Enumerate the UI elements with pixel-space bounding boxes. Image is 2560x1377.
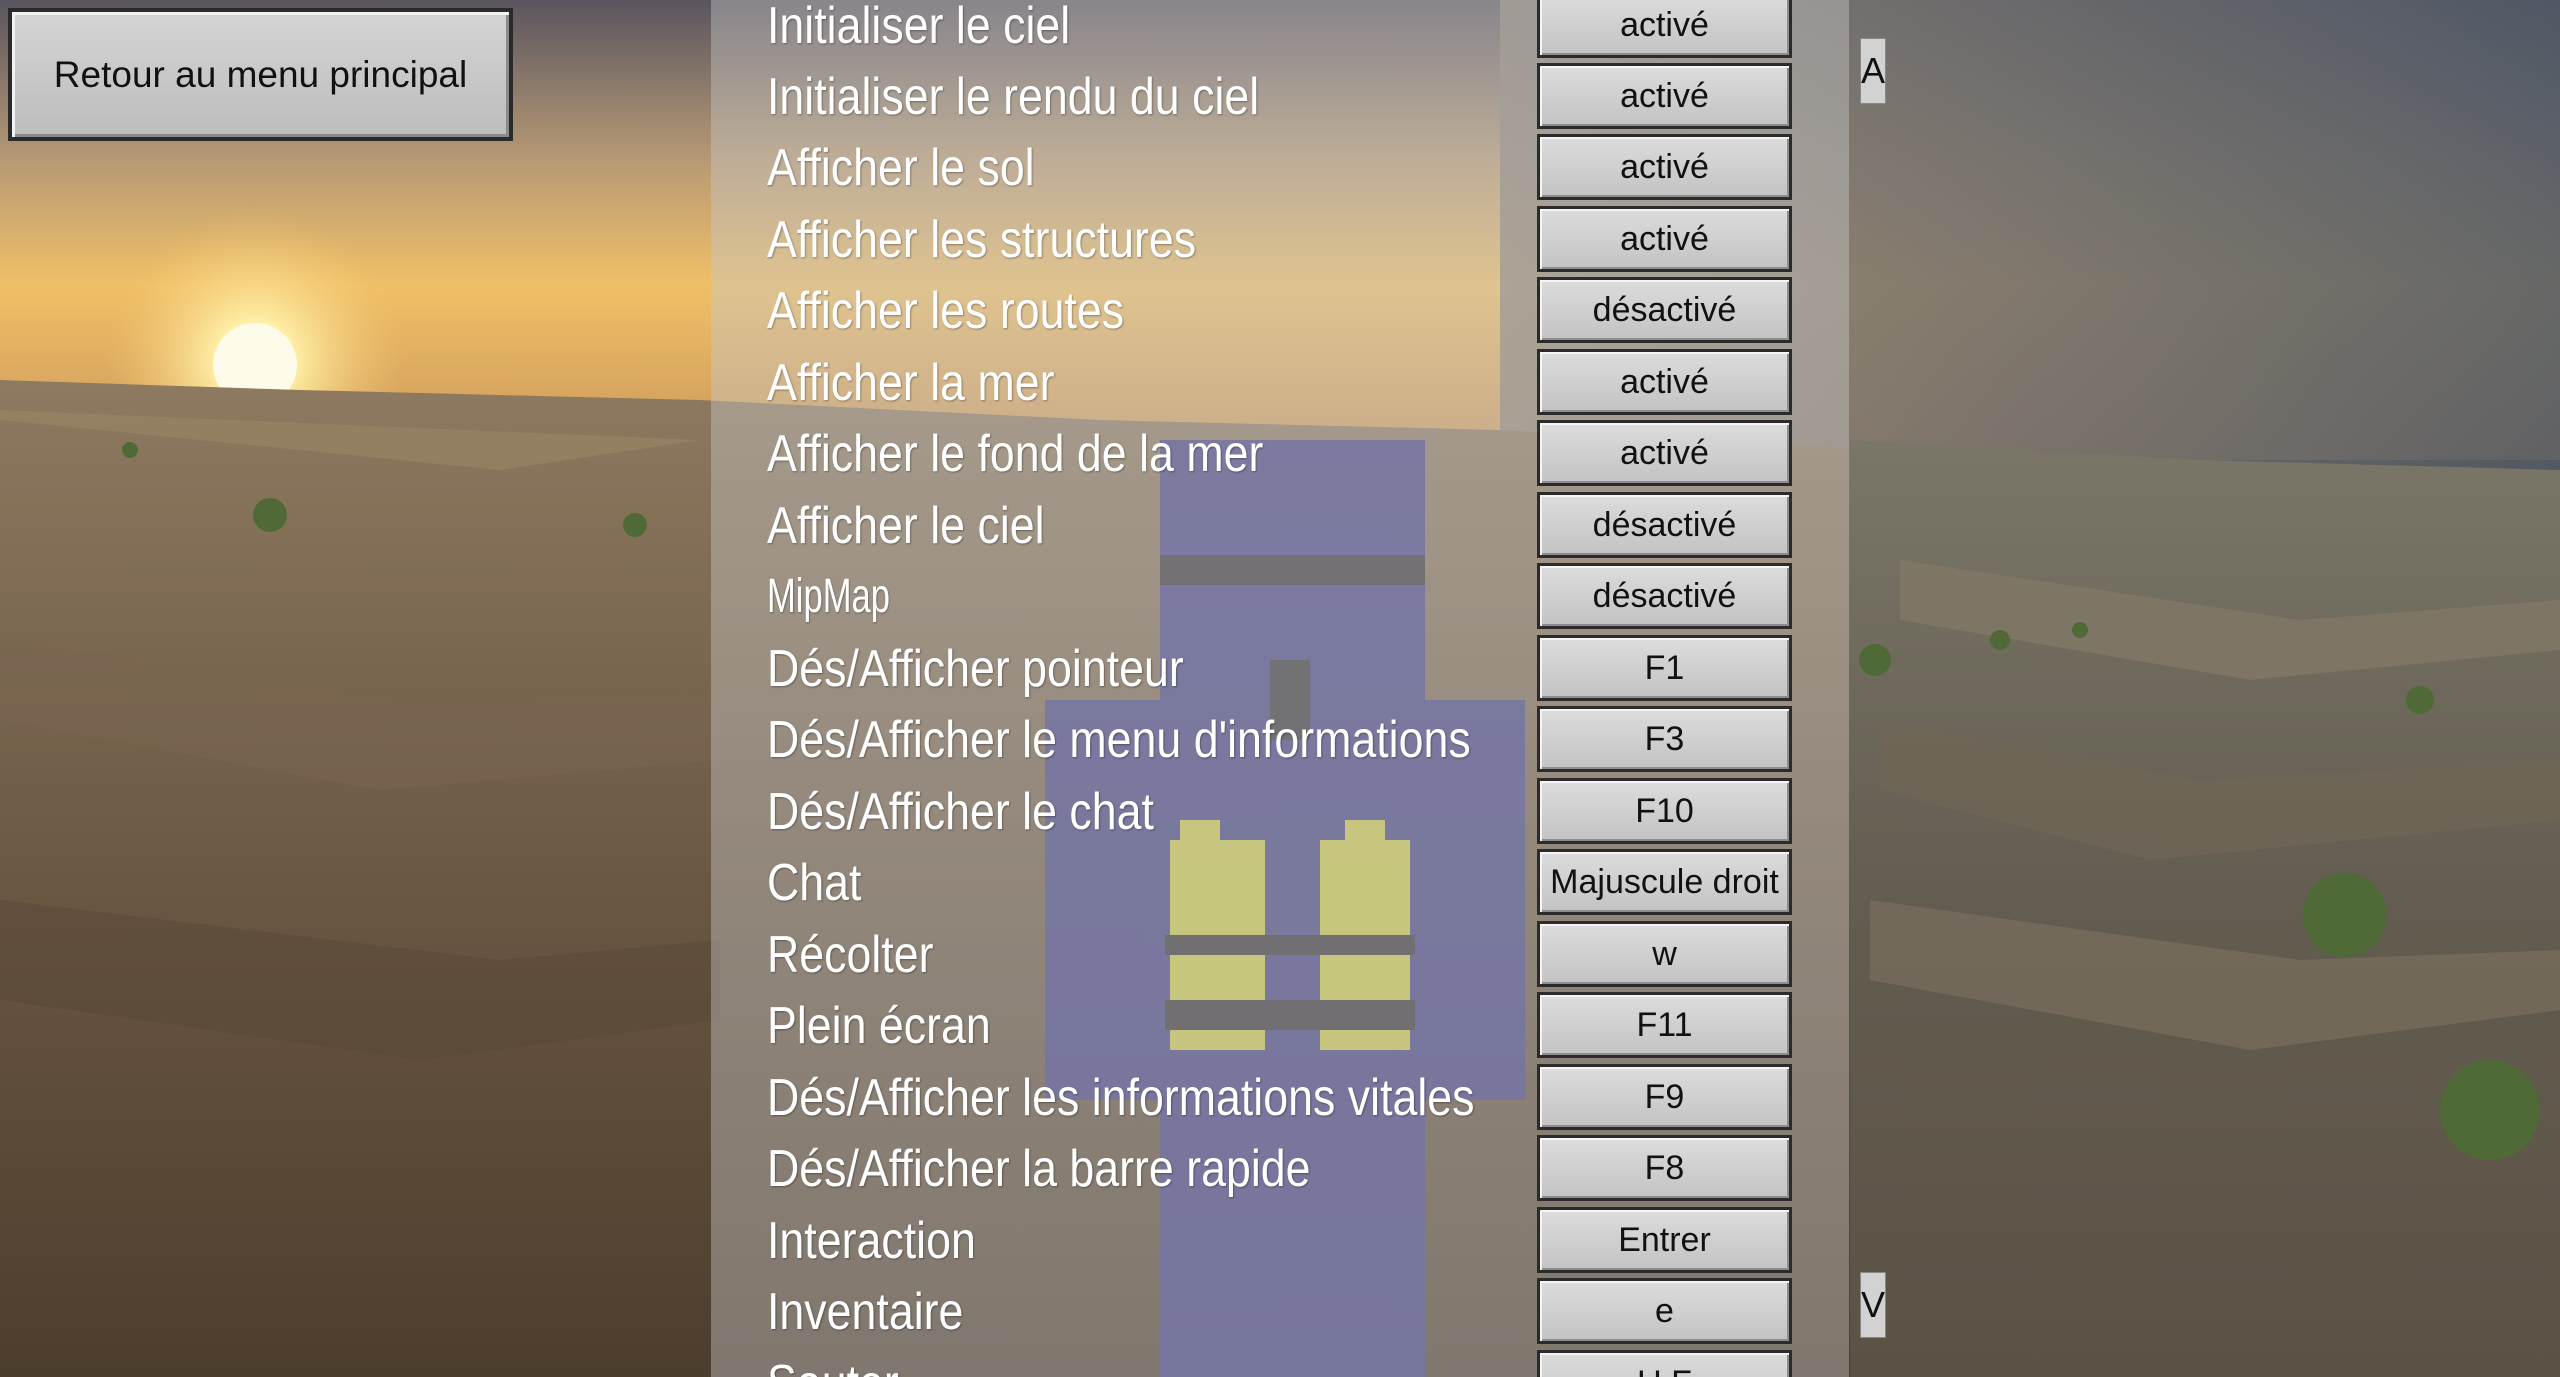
setting-row: Afficher la mer activé xyxy=(711,347,1849,419)
back-to-main-menu-button[interactable]: Retour au menu principal xyxy=(8,8,513,141)
setting-toggle-button[interactable]: activé xyxy=(1537,0,1792,58)
setting-row: Dés/Afficher le chat F10 xyxy=(711,776,1849,848)
setting-row: Afficher le sol activé xyxy=(711,132,1849,204)
setting-label: Inventaire xyxy=(767,1283,964,1341)
setting-label: Chat xyxy=(767,854,862,912)
setting-label: Plein écran xyxy=(767,997,991,1055)
setting-toggle-button[interactable]: désactivé xyxy=(1537,492,1792,558)
setting-row: MipMap désactivé xyxy=(711,561,1849,633)
setting-row: Afficher les routes désactivé xyxy=(711,275,1849,347)
setting-label: Initialiser le ciel xyxy=(767,0,1071,55)
keybind-button[interactable]: F10 xyxy=(1537,778,1792,844)
keybind-button[interactable]: F8 xyxy=(1537,1135,1792,1201)
setting-label: Dés/Afficher le chat xyxy=(767,783,1154,841)
keybind-button[interactable]: Entrer xyxy=(1537,1207,1792,1273)
setting-label: Afficher le ciel xyxy=(767,497,1045,555)
keybind-button[interactable]: w xyxy=(1537,921,1792,987)
setting-row: Récolter w xyxy=(711,919,1849,991)
scroll-up-button[interactable]: A xyxy=(1860,38,1886,104)
setting-toggle-button[interactable]: activé xyxy=(1537,63,1792,129)
setting-label: Dés/Afficher la barre rapide xyxy=(767,1140,1311,1198)
setting-label: MipMap xyxy=(767,570,890,623)
setting-toggle-button[interactable]: activé xyxy=(1537,206,1792,272)
setting-row: Dés/Afficher la barre rapide F8 xyxy=(711,1133,1849,1205)
setting-label: Dés/Afficher le menu d'informations xyxy=(767,711,1471,769)
setting-row: Afficher le fond de la mer activé xyxy=(711,418,1849,490)
setting-toggle-button[interactable]: désactivé xyxy=(1537,563,1792,629)
setting-row: Dés/Afficher le menu d'informations F3 xyxy=(711,704,1849,776)
setting-row: Inventaire e xyxy=(711,1276,1849,1348)
keybind-button[interactable]: F1 xyxy=(1537,635,1792,701)
keybind-button[interactable]: U F xyxy=(1537,1350,1792,1377)
setting-row: Dés/Afficher les informations vitales F9 xyxy=(711,1062,1849,1134)
setting-label: Afficher le sol xyxy=(767,139,1035,197)
keybind-button[interactable]: Majuscule droit xyxy=(1537,849,1792,915)
setting-label: Dés/Afficher pointeur xyxy=(767,640,1184,698)
setting-row: Afficher le ciel désactivé xyxy=(711,490,1849,562)
setting-label: Sauter xyxy=(767,1348,899,1377)
setting-toggle-button[interactable]: désactivé xyxy=(1537,277,1792,343)
setting-row: Sauter U F xyxy=(711,1348,1849,1377)
setting-row: Dés/Afficher pointeur F1 xyxy=(711,633,1849,705)
setting-row: Afficher les structures activé xyxy=(711,204,1849,276)
keybind-button[interactable]: F9 xyxy=(1537,1064,1792,1130)
setting-label: Afficher la mer xyxy=(767,354,1055,412)
keybind-button[interactable]: e xyxy=(1537,1278,1792,1344)
setting-label: Afficher les structures xyxy=(767,211,1197,269)
setting-toggle-button[interactable]: activé xyxy=(1537,134,1792,200)
setting-row: Interaction Entrer xyxy=(711,1205,1849,1277)
setting-row: Initialiser le rendu du ciel activé xyxy=(711,61,1849,133)
setting-row: Plein écran F11 xyxy=(711,990,1849,1062)
setting-label: Interaction xyxy=(767,1212,976,1270)
setting-toggle-button[interactable]: activé xyxy=(1537,349,1792,415)
keybind-button[interactable]: F3 xyxy=(1537,706,1792,772)
game-settings-screen: Retour au menu principal Initialiser le … xyxy=(0,0,2560,1377)
scroll-down-button[interactable]: V xyxy=(1860,1272,1886,1338)
setting-row: Initialiser le ciel activé xyxy=(711,0,1849,62)
setting-label: Afficher le fond de la mer xyxy=(767,425,1264,483)
setting-toggle-button[interactable]: activé xyxy=(1537,420,1792,486)
setting-label: Initialiser le rendu du ciel xyxy=(767,68,1260,126)
setting-label: Dés/Afficher les informations vitales xyxy=(767,1069,1475,1127)
setting-label: Récolter xyxy=(767,926,934,984)
setting-label: Afficher les routes xyxy=(767,282,1125,340)
keybind-button[interactable]: F11 xyxy=(1537,992,1792,1058)
setting-row: Chat Majuscule droit xyxy=(711,847,1849,919)
settings-panel: Initialiser le ciel activé Initialiser l… xyxy=(711,0,1849,1377)
